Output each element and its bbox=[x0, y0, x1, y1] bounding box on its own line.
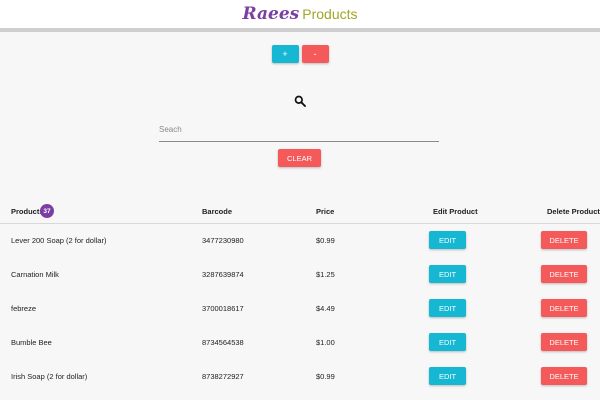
edit-button[interactable]: EDIT bbox=[429, 265, 466, 283]
delete-button[interactable]: DELETE bbox=[541, 333, 587, 351]
delete-button[interactable]: DELETE bbox=[541, 231, 587, 249]
product-price: $1.25 bbox=[316, 270, 335, 279]
remove-button[interactable]: - bbox=[301, 45, 329, 63]
product-count-badge: 37 bbox=[40, 204, 54, 218]
product-name: febreze bbox=[11, 304, 37, 313]
column-header-edit: Edit Product bbox=[433, 207, 478, 216]
product-name: Bumble Bee bbox=[11, 338, 52, 347]
product-price: $0.99 bbox=[316, 372, 335, 381]
clear-button[interactable]: CLEAR bbox=[278, 149, 321, 167]
product-price: $4.49 bbox=[316, 304, 335, 313]
product-price: $1.00 bbox=[316, 338, 335, 347]
add-button[interactable]: + bbox=[271, 45, 299, 63]
edit-button[interactable]: EDIT bbox=[429, 367, 466, 385]
table-row: febreze 3700018617 $4.49 EDIT DELETE bbox=[0, 292, 600, 326]
edit-button[interactable]: EDIT bbox=[429, 333, 466, 351]
product-name: Carnation Milk bbox=[11, 270, 59, 279]
product-price: $0.99 bbox=[316, 236, 335, 245]
column-header-products: Products bbox=[11, 207, 44, 216]
column-header-barcode: Barcode bbox=[202, 207, 233, 216]
table-row: Bumble Bee 8734564538 $1.00 EDIT DELETE bbox=[0, 326, 600, 360]
search-input[interactable] bbox=[159, 118, 439, 140]
column-header-delete: Delete Product bbox=[547, 207, 600, 216]
search-field bbox=[159, 118, 439, 142]
product-barcode: 3700018617 bbox=[202, 304, 244, 313]
delete-button[interactable]: DELETE bbox=[541, 265, 587, 283]
product-barcode: 8734564538 bbox=[202, 338, 244, 347]
edit-button[interactable]: EDIT bbox=[429, 299, 466, 317]
delete-button[interactable]: DELETE bbox=[541, 299, 587, 317]
delete-button[interactable]: DELETE bbox=[541, 367, 587, 385]
edit-button[interactable]: EDIT bbox=[429, 231, 466, 249]
brand-script-text: Raees bbox=[242, 4, 300, 24]
quantity-controls: + - bbox=[0, 45, 600, 63]
brand-logo: Raees Products bbox=[243, 4, 358, 24]
brand-title-text: Products bbox=[302, 6, 358, 22]
app-header: Raees Products bbox=[0, 0, 600, 32]
product-barcode: 3287639874 bbox=[202, 270, 244, 279]
search-icon bbox=[294, 95, 306, 107]
table-row: Irish Soap (2 for dollar) 8738272927 $0.… bbox=[0, 360, 600, 394]
product-name: Lever 200 Soap (2 for dollar) bbox=[11, 236, 107, 245]
column-header-price: Price bbox=[316, 207, 335, 216]
product-name: Irish Soap (2 for dollar) bbox=[11, 372, 88, 381]
table-row: Carnation Milk 3287639874 $1.25 EDIT DEL… bbox=[0, 258, 600, 292]
product-barcode: 3477230980 bbox=[202, 236, 244, 245]
product-barcode: 8738272927 bbox=[202, 372, 244, 381]
table-header-row: Products 37 Barcode Price Edit Product D… bbox=[0, 201, 600, 224]
products-table: Products 37 Barcode Price Edit Product D… bbox=[0, 201, 600, 394]
table-row: Lever 200 Soap (2 for dollar) 3477230980… bbox=[0, 224, 600, 258]
